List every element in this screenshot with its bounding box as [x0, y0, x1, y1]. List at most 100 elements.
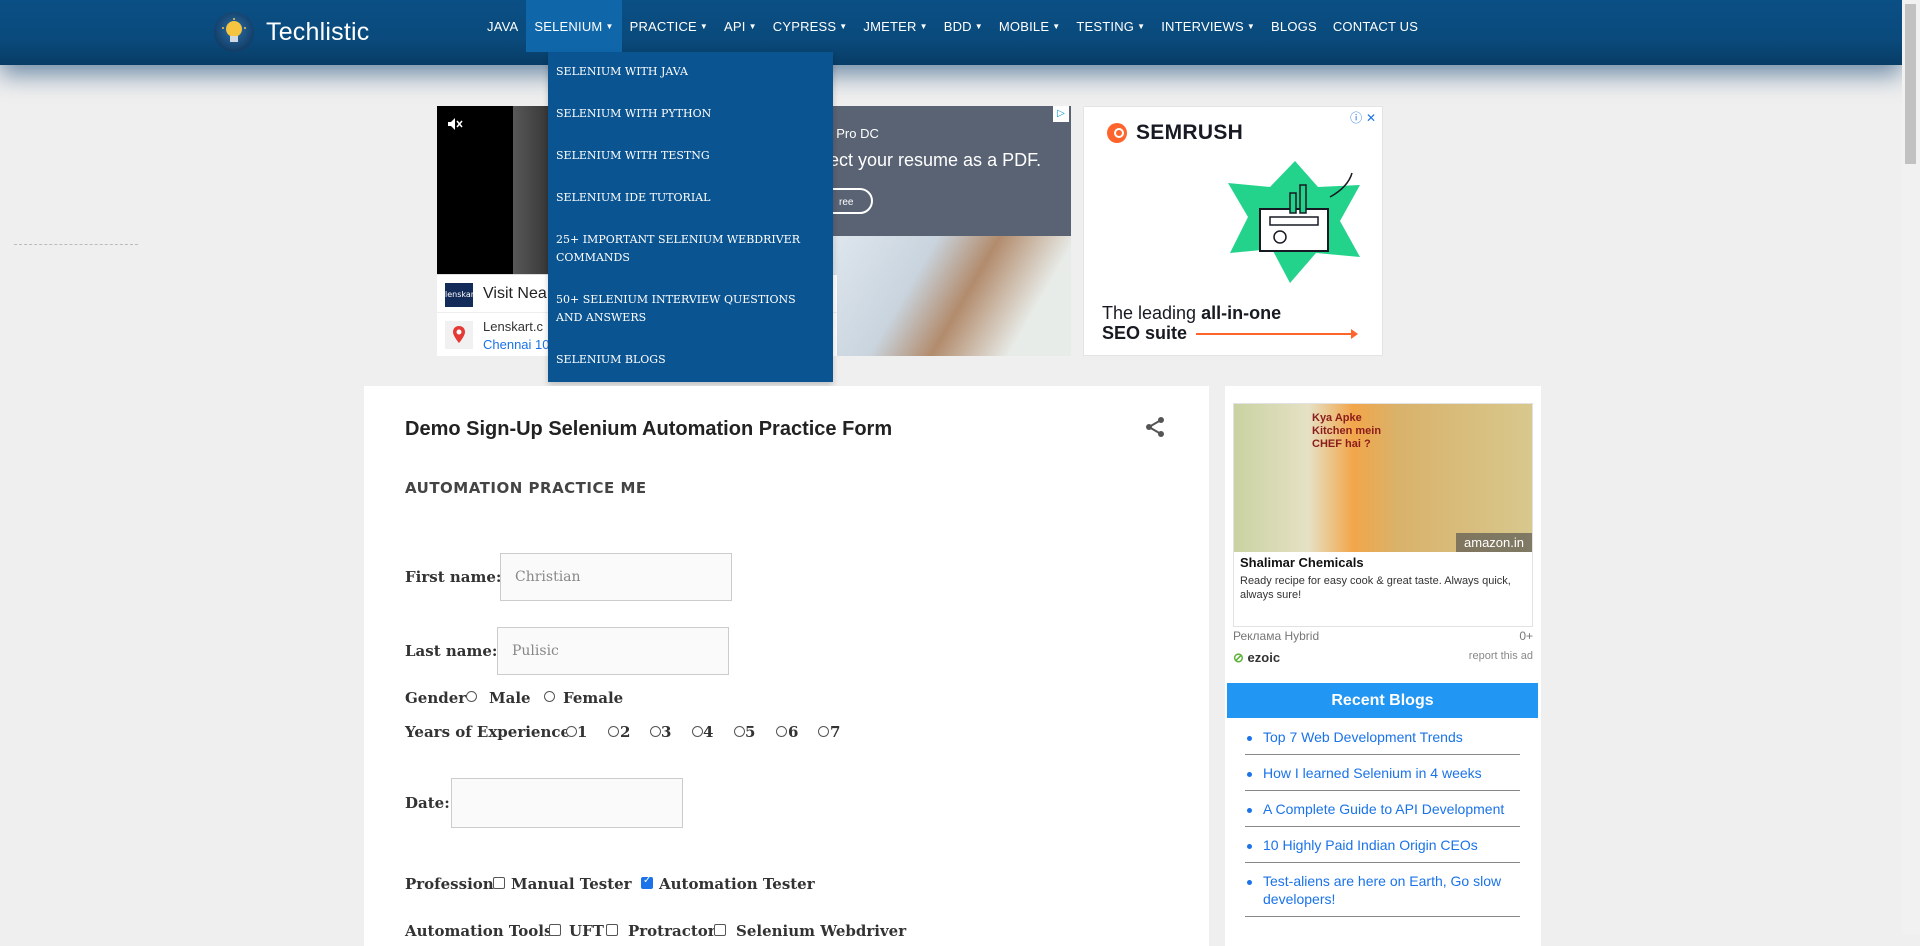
caret-down-icon: ▼ — [1137, 21, 1146, 31]
ad-photo-laptop — [829, 236, 1071, 356]
menu-item-interview-questions[interactable]: 50+ SELENIUM INTERVIEW QUESTIONS AND ANS… — [556, 291, 818, 327]
display-ad-semrush[interactable]: ⓘ ✕ SEMRUSH The leading all-in-one SEO s… — [1083, 106, 1383, 356]
caret-down-icon: ▼ — [748, 21, 757, 31]
experience-option-7: 7 — [830, 723, 841, 741]
nav-testing[interactable]: TESTING ▼ — [1068, 0, 1153, 52]
first-name-label: First name: — [405, 568, 502, 586]
semrush-tagline-regular: The leading — [1102, 303, 1202, 323]
ad-lenskart-domain: Lenskart.c — [483, 319, 543, 334]
gender-female-radio[interactable] — [544, 691, 555, 702]
gender-male-radio[interactable] — [466, 691, 477, 702]
blog-link[interactable]: Test-aliens are here on Earth, Go slow d… — [1263, 871, 1520, 916]
experience-radio-2[interactable] — [608, 726, 619, 737]
menu-item-webdriver-commands[interactable]: 25+ IMPORTANT SELENIUM WEBDRIVER COMMAND… — [556, 231, 818, 267]
list-item: How I learned Selenium in 4 weeks — [1245, 763, 1520, 791]
ad-product-image: Kya Apke Kitchen mein CHEF hai ? amazon.… — [1234, 404, 1532, 552]
experience-option-4: 4 — [703, 723, 714, 741]
experience-option-6: 6 — [788, 723, 799, 741]
blog-link[interactable]: Top 7 Web Development Trends — [1263, 727, 1520, 754]
ad-video[interactable] — [437, 106, 513, 274]
experience-option-5: 5 — [745, 723, 756, 741]
last-name-input[interactable]: Pulisic — [497, 627, 729, 675]
tool-selenium-webdriver-label: Selenium Webdriver — [736, 922, 907, 940]
menu-item-selenium-with-java[interactable]: SELENIUM WITH JAVA — [556, 63, 818, 81]
nav-selenium[interactable]: SELENIUM ▼ — [526, 0, 622, 52]
ad-footer-right: 0+ — [1519, 629, 1533, 643]
experience-radio-6[interactable] — [776, 726, 787, 737]
nav-contact-us[interactable]: CONTACT US — [1325, 0, 1426, 52]
ad-description: Ready recipe for easy cook & great taste… — [1240, 575, 1511, 601]
menu-item-selenium-ide-tutorial[interactable]: SELENIUM IDE TUTORIAL — [556, 189, 818, 207]
experience-radio-3[interactable] — [650, 726, 661, 737]
main-nav: JAVA SELENIUM ▼ PRACTICE ▼ API ▼ CYPRESS ▼ J… — [479, 0, 1426, 52]
profession-label: Profession — [405, 875, 494, 893]
section-heading: AUTOMATION PRACTICE ME — [405, 479, 647, 497]
arrow-right-icon — [1196, 329, 1358, 339]
share-icon[interactable] — [1144, 416, 1166, 442]
profession-manual-tester-checkbox[interactable] — [493, 877, 505, 889]
profession-automation-tester-checkbox[interactable] — [641, 875, 653, 889]
map-pin-icon — [445, 321, 473, 349]
experience-radio-4[interactable] — [692, 726, 703, 737]
first-name-input[interactable]: Christian — [500, 553, 732, 601]
gender-label: Gender — [405, 689, 467, 707]
menu-item-selenium-with-testng[interactable]: SELENIUM WITH TESTNG — [556, 147, 818, 165]
profession-automation-tester-label: Automation Tester — [659, 875, 815, 893]
recent-blogs-list: Top 7 Web Development Trends How I learn… — [1245, 727, 1520, 917]
page-scrollbar[interactable] — [1902, 0, 1920, 934]
tool-uft-label: UFT — [569, 922, 604, 940]
blog-link[interactable]: How I learned Selenium in 4 weeks — [1263, 763, 1520, 790]
nav-cypress[interactable]: CYPRESS ▼ — [765, 0, 856, 52]
nav-cypress-label: CYPRESS — [772, 18, 837, 34]
nav-mobile[interactable]: MOBILE ▼ — [991, 0, 1068, 52]
nav-java[interactable]: JAVA — [479, 0, 526, 52]
caret-down-icon: ▼ — [839, 21, 848, 31]
nav-java-label: JAVA — [487, 18, 519, 34]
nav-bdd[interactable]: BDD ▼ — [936, 0, 991, 52]
tool-uft-checkbox[interactable] — [549, 924, 561, 936]
brand[interactable]: Techlistic — [214, 8, 369, 56]
caret-down-icon: ▼ — [919, 21, 928, 31]
nav-practice[interactable]: PRACTICE ▼ — [622, 0, 716, 52]
nav-jmeter[interactable]: JMETER ▼ — [855, 0, 935, 52]
gender-female-label: Female — [563, 689, 624, 707]
nav-blogs[interactable]: BLOGS — [1263, 0, 1325, 52]
nav-jmeter-label: JMETER — [863, 18, 917, 34]
date-input[interactable] — [451, 778, 683, 828]
date-label: Date: — [405, 794, 450, 812]
ezoic-label: ezoic — [1247, 650, 1281, 665]
experience-radio-7[interactable] — [818, 726, 829, 737]
ad-info-close-icons[interactable]: ⓘ ✕ — [1350, 109, 1376, 126]
experience-option-1: 1 — [577, 723, 588, 741]
scrollbar-thumb[interactable] — [1905, 4, 1916, 164]
ad-title: Shalimar Chemicals — [1240, 555, 1364, 570]
menu-item-selenium-blogs[interactable]: SELENIUM BLOGS — [556, 351, 818, 369]
nav-selenium-label: SELENIUM — [534, 18, 603, 34]
experience-radio-1[interactable] — [566, 726, 577, 737]
mute-icon[interactable] — [447, 116, 463, 135]
list-item: 10 Highly Paid Indian Origin CEOs — [1245, 835, 1520, 863]
sidebar-ad[interactable]: Kya Apke Kitchen mein CHEF hai ? amazon.… — [1233, 403, 1533, 627]
blog-link[interactable]: A Complete Guide to API Development — [1263, 799, 1520, 826]
semrush-brand: SEMRUSH — [1136, 121, 1244, 144]
nav-api[interactable]: API ▼ — [716, 0, 765, 52]
blog-link[interactable]: 10 Highly Paid Indian Origin CEOs — [1263, 835, 1520, 862]
menu-item-selenium-with-python[interactable]: SELENIUM WITH PYTHON — [556, 105, 818, 123]
profession-manual-tester-label: Manual Tester — [511, 875, 632, 893]
ad-lenskart-headline: Visit Nea — [483, 285, 547, 302]
tool-protractor-checkbox[interactable] — [606, 924, 618, 936]
lenskart-logo: lenskart — [445, 283, 477, 307]
nav-interviews[interactable]: INTERVIEWS ▼ — [1153, 0, 1263, 52]
seo-illustration-icon — [1228, 161, 1360, 283]
ad-footer-left: Реклама Hybrid — [1233, 629, 1320, 643]
tool-selenium-webdriver-checkbox[interactable] — [714, 924, 726, 936]
last-name-label: Last name: — [405, 642, 498, 660]
list-item: Test-aliens are here on Earth, Go slow d… — [1245, 871, 1520, 917]
nav-contact-us-label: CONTACT US — [1332, 18, 1419, 34]
ad-lenskart-location: Chennai 10 — [483, 337, 550, 352]
nav-api-label: API — [724, 18, 746, 34]
adchoices-icon[interactable]: ▷ — [1053, 106, 1069, 122]
experience-radio-5[interactable] — [734, 726, 745, 737]
report-ad-link[interactable]: report this ad — [1469, 650, 1533, 662]
ezoic-logo[interactable]: ⊘ ezoic — [1233, 650, 1280, 665]
